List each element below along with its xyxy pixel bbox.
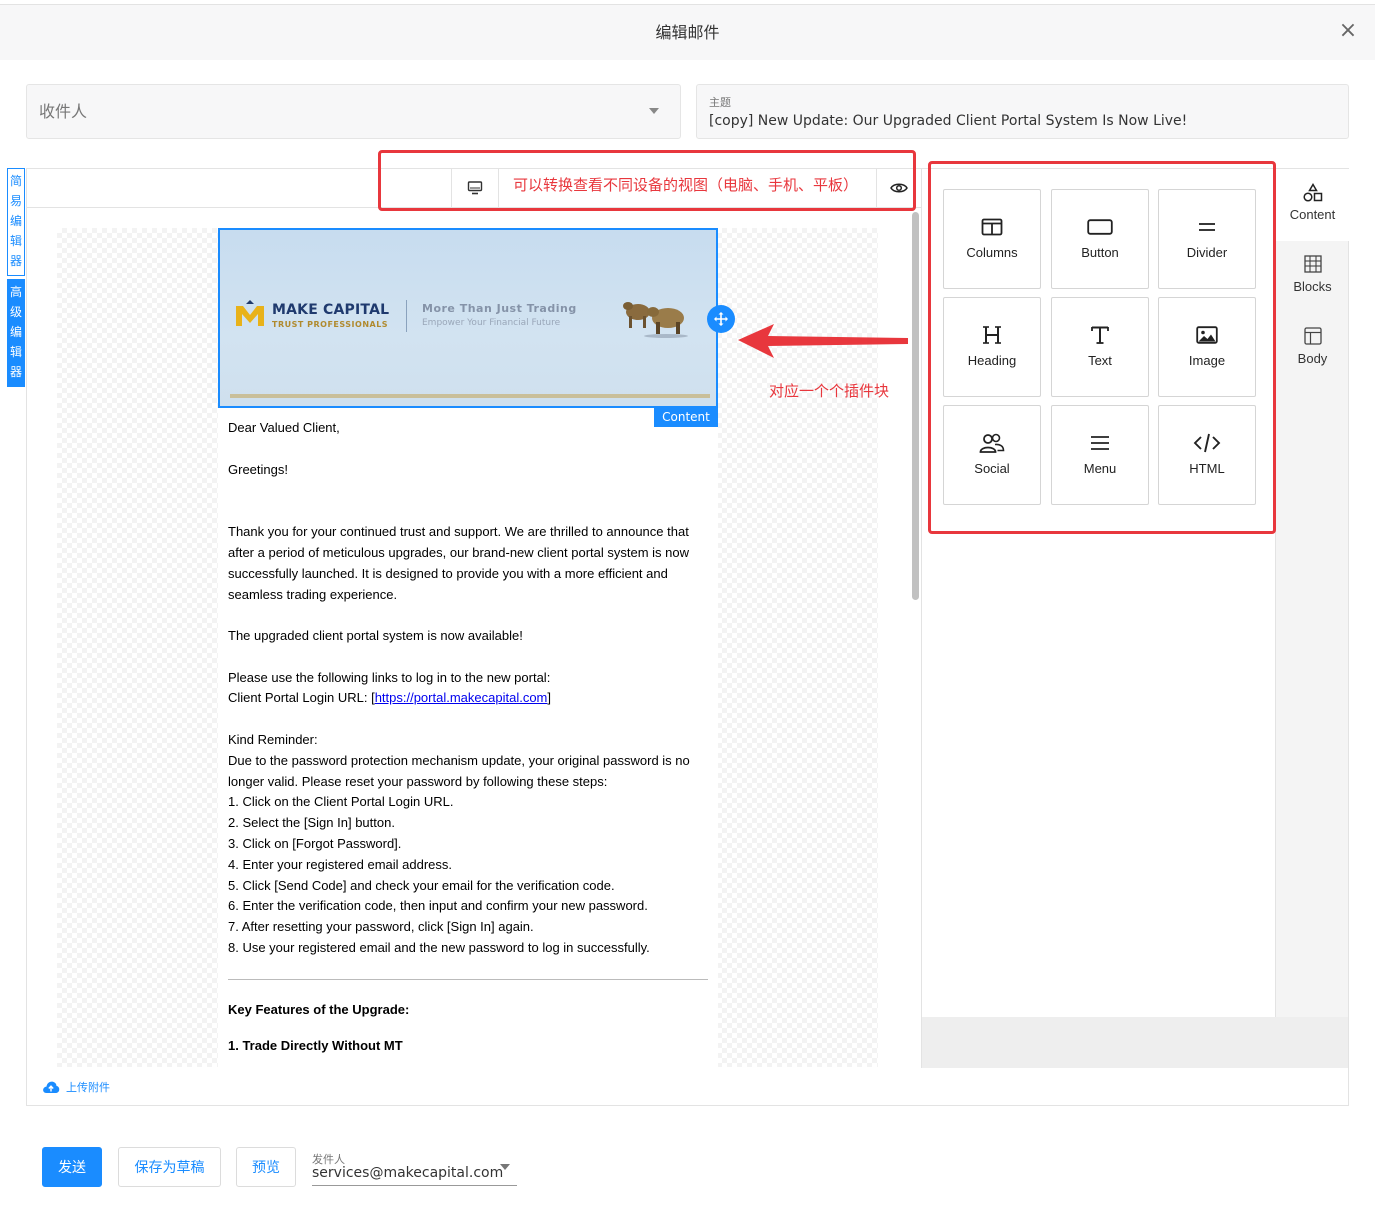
email-step: 4. Enter your registered email address.	[228, 857, 452, 872]
annotation-arrow	[738, 324, 908, 358]
annotation-device-note: 可以转换查看不同设备的视图（电脑、手机、平板）	[513, 176, 859, 194]
tab-label: Content	[1289, 207, 1336, 222]
email-intro: Thank you for your continued trust and s…	[228, 524, 690, 602]
email-greetings: Greetings!	[228, 462, 288, 477]
upload-attachment[interactable]: 上传附件	[42, 1079, 110, 1095]
tab-char: 编	[9, 325, 22, 339]
tab-simple-editor[interactable]: 简 易 编 辑 器	[7, 168, 25, 276]
tab-char: 器	[9, 254, 22, 268]
move-icon	[714, 312, 728, 326]
tab-char: 器	[9, 365, 22, 379]
annotation-box-blocks	[928, 161, 1276, 534]
email-features-title: Key Features of the Upgrade:	[228, 1002, 410, 1017]
dialog-title: 编辑邮件	[655, 23, 720, 42]
portal-login-link[interactable]: https://portal.makecapital.com	[375, 690, 548, 705]
blocks-icon	[1303, 255, 1322, 273]
tab-char: 编	[9, 214, 22, 228]
tab-content[interactable]: Content	[1276, 169, 1349, 241]
tab-char: 级	[9, 305, 22, 319]
tab-char: 辑	[9, 345, 22, 359]
banner-separator	[406, 300, 407, 332]
move-block-handle[interactable]	[707, 305, 735, 333]
save-draft-button[interactable]: 保存为草稿	[118, 1147, 221, 1187]
email-login-line: Client Portal Login URL: [https://portal…	[228, 687, 708, 708]
sender-select[interactable]: services@makecapital.com	[312, 1165, 503, 1181]
tab-advanced-editor[interactable]: 高 级 编 辑 器	[7, 279, 25, 387]
email-divider	[228, 979, 708, 980]
recipient-placeholder: 收件人	[39, 102, 88, 121]
tab-char: 简	[9, 174, 22, 188]
banner-tagline: More Than Just Trading	[422, 302, 577, 315]
preview-button[interactable]: 预览	[236, 1147, 296, 1187]
email-step: 8. Use your registered email and the new…	[228, 940, 650, 955]
recipient-select[interactable]: 收件人	[26, 84, 681, 139]
email-step: 6. Enter the verification code, then inp…	[228, 898, 648, 913]
email-step: 3. Click on [Forgot Password].	[228, 836, 402, 851]
email-reminder-text: Due to the password protection mechanism…	[228, 753, 690, 789]
banner-tagline-sub: Empower Your Financial Future	[422, 318, 561, 328]
subject-value[interactable]: [copy] New Update: Our Upgraded Client P…	[709, 113, 1187, 129]
annotation-block-note: 对应一个个插件块	[769, 382, 890, 400]
brand-subtitle: TRUST PROFESSIONALS	[272, 320, 389, 329]
canvas-scrollbar[interactable]	[912, 212, 919, 600]
subject-label: 主题	[709, 96, 731, 109]
chevron-down-icon	[649, 108, 659, 114]
brand-name: MAKE CAPITAL	[272, 302, 390, 318]
login-close: ]	[547, 690, 552, 705]
chevron-down-icon[interactable]	[500, 1164, 510, 1170]
email-greeting: Dear Valued Client,	[228, 420, 340, 435]
tab-char: 高	[9, 285, 22, 299]
tab-label: Blocks	[1293, 279, 1332, 294]
cloud-upload-icon	[43, 1081, 60, 1093]
tab-body[interactable]: Body	[1276, 313, 1349, 385]
email-step: 5. Click [Send Code] and check your emai…	[228, 878, 615, 893]
shapes-icon	[1302, 183, 1322, 202]
subject-field[interactable]: 主题 [copy] New Update: Our Upgraded Clien…	[696, 84, 1349, 139]
dialog-header: 编辑邮件 ×	[0, 4, 1375, 60]
upload-label: 上传附件	[66, 1081, 110, 1094]
email-reminder-title: Kind Reminder:	[228, 732, 318, 747]
banner-bottom-strip	[230, 394, 710, 398]
banner-image-block[interactable]: MAKE CAPITAL TRUST PROFESSIONALS More Th…	[218, 228, 718, 408]
email-feature-1: 1. Trade Directly Without MT	[228, 1038, 403, 1053]
bull-bear-image	[623, 302, 688, 338]
tab-char: 辑	[9, 234, 22, 248]
close-icon[interactable]: ×	[1336, 19, 1360, 43]
email-step: 2. Select the [Sign In] button.	[228, 815, 395, 830]
body-layout-icon	[1303, 327, 1322, 345]
make-capital-logo-icon	[236, 300, 264, 326]
sender-underline	[312, 1185, 517, 1186]
email-available: The upgraded client portal system is now…	[228, 628, 523, 643]
email-links-intro: Please use the following links to log in…	[228, 670, 551, 685]
email-step: 1. Click on the Client Portal Login URL.	[228, 794, 454, 809]
email-step: 7. After resetting your password, click …	[228, 919, 534, 934]
login-label: Client Portal Login URL: [	[228, 690, 375, 705]
tab-char: 易	[9, 194, 22, 208]
tools-panel-footer	[922, 1017, 1348, 1068]
tab-blocks[interactable]: Blocks	[1276, 241, 1349, 313]
send-button[interactable]: 发送	[42, 1147, 102, 1187]
tab-label: Body	[1297, 351, 1328, 366]
